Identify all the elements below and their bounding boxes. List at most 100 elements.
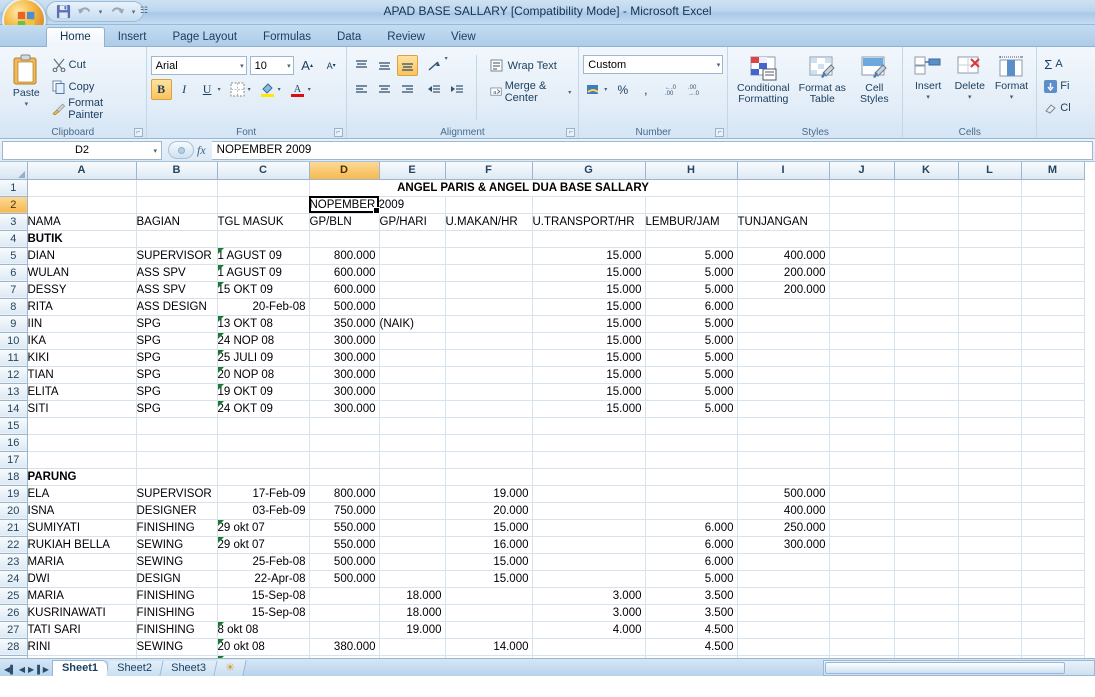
cell-L15[interactable] — [958, 417, 1022, 435]
cell-G26[interactable]: 3.000 — [532, 604, 646, 622]
cell-C15[interactable] — [217, 417, 310, 435]
cell-H26[interactable]: 3.500 — [645, 604, 738, 622]
cell-J28[interactable] — [829, 638, 895, 656]
tab-home[interactable]: Home — [46, 27, 105, 47]
cell-A2[interactable] — [27, 196, 137, 214]
cell-E9[interactable]: (NAIK) — [379, 315, 446, 333]
cell-A28[interactable]: RINI — [27, 638, 137, 656]
cell-F14[interactable] — [445, 400, 533, 418]
cell-G20[interactable] — [532, 502, 646, 520]
cell-M16[interactable] — [1021, 434, 1085, 452]
tab-data[interactable]: Data — [324, 28, 374, 47]
column-header-l[interactable]: L — [958, 162, 1022, 180]
cell-L23[interactable] — [958, 553, 1022, 571]
cell-L7[interactable] — [958, 281, 1022, 299]
cell-C27[interactable]: 8 okt 08 — [217, 621, 310, 639]
cell-M12[interactable] — [1021, 366, 1085, 384]
cell-K12[interactable] — [894, 366, 959, 384]
cell-C4[interactable] — [217, 230, 310, 248]
cell-G2[interactable] — [532, 196, 646, 214]
cell-B19[interactable]: SUPERVISOR — [136, 485, 218, 503]
cell-G21[interactable] — [532, 519, 646, 537]
cell-B4[interactable] — [136, 230, 218, 248]
cell-B27[interactable]: FINISHING — [136, 621, 218, 639]
cell-D21[interactable]: 550.000 — [309, 519, 380, 537]
cell-L6[interactable] — [958, 264, 1022, 282]
cell-B9[interactable]: SPG — [136, 315, 218, 333]
cell-K8[interactable] — [894, 298, 959, 316]
cell-C3[interactable]: TGL MASUK — [217, 213, 310, 231]
cell-C21[interactable]: 29 okt 07 — [217, 519, 310, 537]
first-sheet-button[interactable]: ◀▌ — [4, 665, 16, 674]
cell-G10[interactable]: 15.000 — [532, 332, 646, 350]
row-header-7[interactable]: 7 — [0, 281, 28, 299]
align-right-button[interactable] — [397, 79, 418, 100]
cell-F22[interactable]: 16.000 — [445, 536, 533, 554]
cell-J10[interactable] — [829, 332, 895, 350]
cell-A27[interactable]: TATI SARI — [27, 621, 137, 639]
cell-H10[interactable]: 5.000 — [645, 332, 738, 350]
cell-M9[interactable] — [1021, 315, 1085, 333]
shrink-font-button[interactable]: A ▾ — [321, 55, 342, 76]
cell-M11[interactable] — [1021, 349, 1085, 367]
cell-B1[interactable] — [136, 179, 218, 197]
cell-A3[interactable]: NAMA — [27, 213, 137, 231]
cell-H23[interactable]: 6.000 — [645, 553, 738, 571]
cell-K5[interactable] — [894, 247, 959, 265]
number-format-dropdown-icon[interactable]: ▾ — [717, 61, 721, 69]
cell-I17[interactable] — [737, 451, 830, 469]
cell-H24[interactable]: 5.000 — [645, 570, 738, 588]
cell-C2[interactable] — [217, 196, 310, 214]
cell-E26[interactable]: 18.000 — [379, 604, 446, 622]
row-header-26[interactable]: 26 — [0, 604, 28, 622]
fill-color-button[interactable] — [257, 79, 278, 100]
cell-H21[interactable]: 6.000 — [645, 519, 738, 537]
cell-F23[interactable]: 15.000 — [445, 553, 533, 571]
cell-J20[interactable] — [829, 502, 895, 520]
cell-H25[interactable]: 3.500 — [645, 587, 738, 605]
cell-I16[interactable] — [737, 434, 830, 452]
cell-K22[interactable] — [894, 536, 959, 554]
paste-button[interactable]: Paste ▾ — [4, 50, 49, 120]
cell-A8[interactable]: RITA — [27, 298, 137, 316]
cell-C20[interactable]: 03-Feb-09 — [217, 502, 310, 520]
name-box[interactable]: D2 ▾ — [2, 140, 162, 160]
cell-C25[interactable]: 15-Sep-08 — [217, 587, 310, 605]
cell-F3[interactable]: U.MAKAN/HR — [445, 213, 533, 231]
clipboard-dialog-launcher[interactable]: ⌐ — [133, 128, 143, 137]
spreadsheet-grid[interactable]: ABCDEFGHIJKLM 1 ANGEL PARIS & ANGEL DUA B… — [0, 162, 1095, 676]
cell-L8[interactable] — [958, 298, 1022, 316]
cell-A26[interactable]: KUSRINAWATI — [27, 604, 137, 622]
cell-H8[interactable]: 6.000 — [645, 298, 738, 316]
cell-A14[interactable]: SITI — [27, 400, 137, 418]
cell-M7[interactable] — [1021, 281, 1085, 299]
cell-A6[interactable]: WULAN — [27, 264, 137, 282]
align-middle-button[interactable] — [374, 55, 395, 76]
row-header-8[interactable]: 8 — [0, 298, 28, 316]
row-header-18[interactable]: 18 — [0, 468, 28, 486]
cell-D2[interactable]: NOPEMBER 2009 — [309, 196, 446, 214]
cell-H7[interactable]: 5.000 — [645, 281, 738, 299]
font-color-button[interactable]: A — [287, 79, 308, 100]
cell-J13[interactable] — [829, 383, 895, 401]
cell-I4[interactable] — [737, 230, 830, 248]
cell-L1[interactable] — [958, 179, 1022, 197]
cell-E20[interactable] — [379, 502, 446, 520]
cell-B6[interactable]: ASS SPV — [136, 264, 218, 282]
cell-F18[interactable] — [445, 468, 533, 486]
cell-F20[interactable]: 20.000 — [445, 502, 533, 520]
cell-F8[interactable] — [445, 298, 533, 316]
cell-D8[interactable]: 500.000 — [309, 298, 380, 316]
cut-button[interactable]: Cut — [49, 54, 142, 76]
cell-J5[interactable] — [829, 247, 895, 265]
cell-I26[interactable] — [737, 604, 830, 622]
column-header-g[interactable]: G — [532, 162, 646, 180]
cell-M6[interactable] — [1021, 264, 1085, 282]
align-left-button[interactable] — [351, 79, 372, 100]
cell-F24[interactable]: 15.000 — [445, 570, 533, 588]
cell-M19[interactable] — [1021, 485, 1085, 503]
cell-E3[interactable]: GP/HARI — [379, 213, 446, 231]
cell-C8[interactable]: 20-Feb-08 — [217, 298, 310, 316]
cell-M28[interactable] — [1021, 638, 1085, 656]
cell-G6[interactable]: 15.000 — [532, 264, 646, 282]
